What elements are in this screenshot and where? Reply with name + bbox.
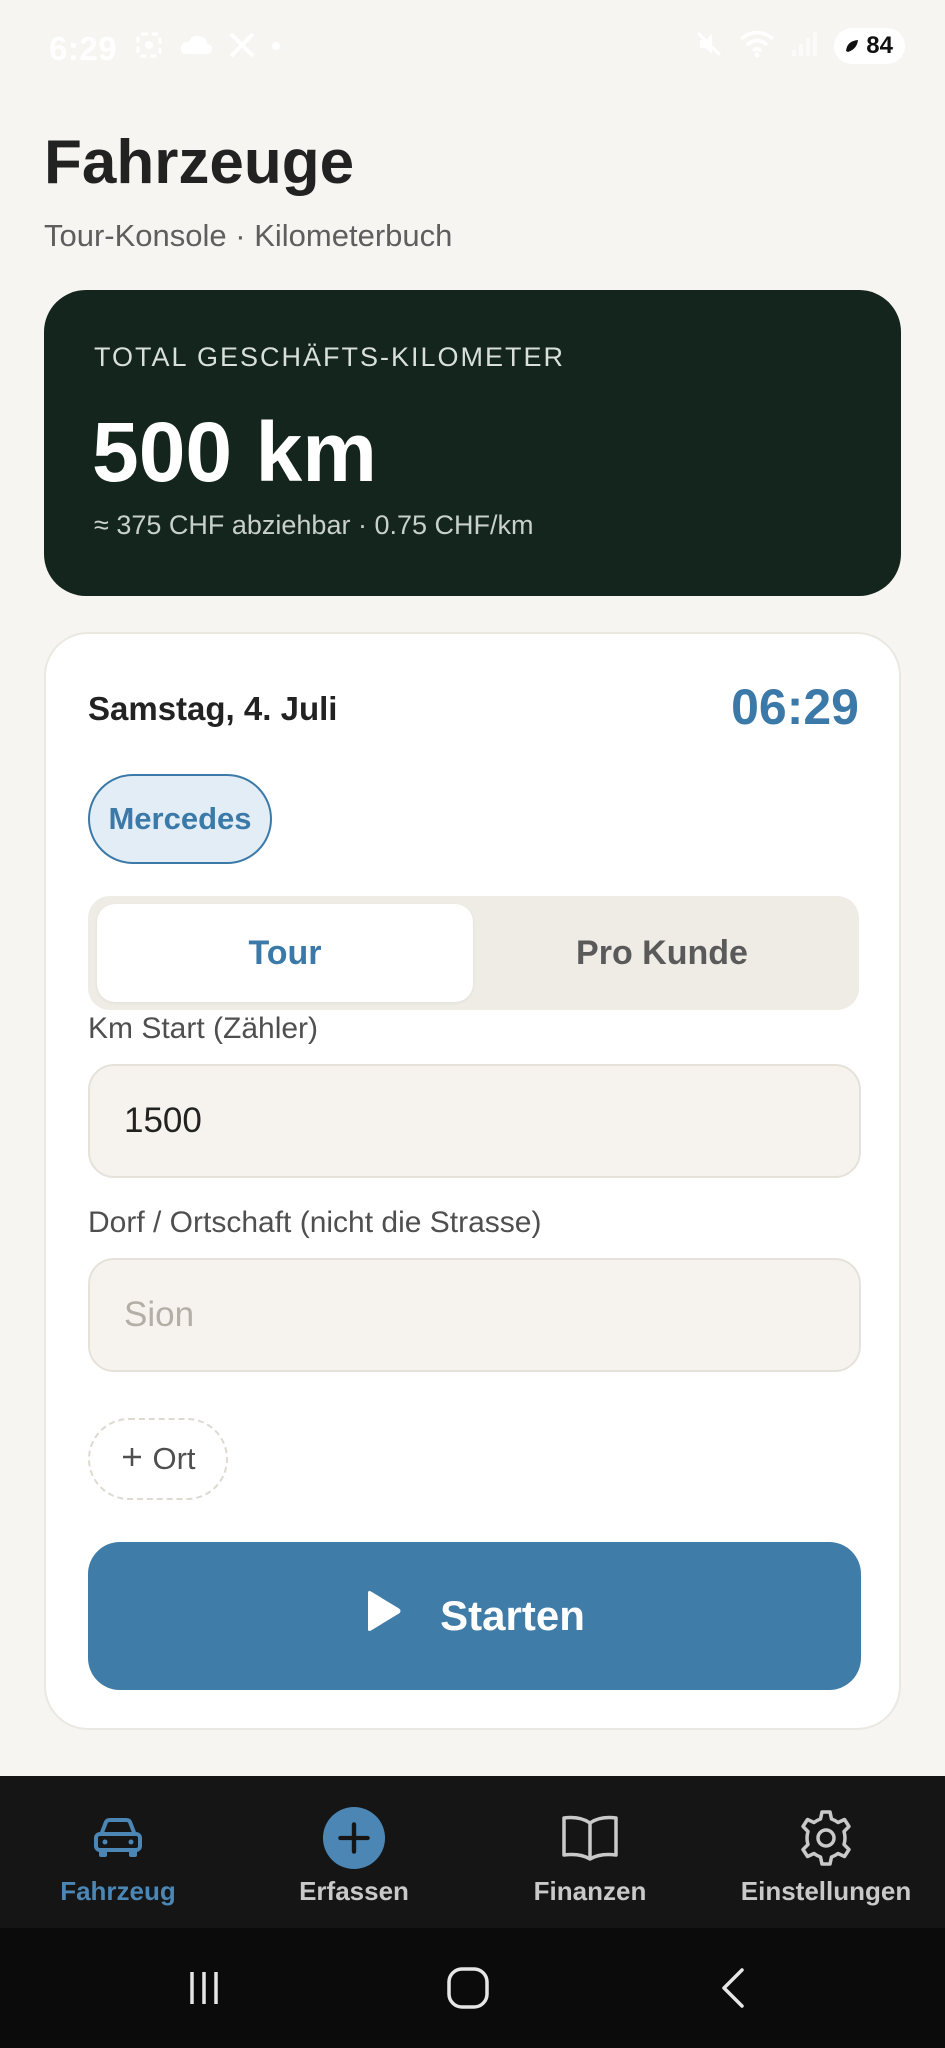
recent-apps-icon [190, 1972, 218, 2004]
deduction-note: ≈ 375 CHF abziehbar · 0.75 CHF/km [94, 510, 534, 540]
clock-label: 06:29 [731, 679, 859, 735]
dot-icon [270, 39, 282, 57]
status-bar: 6:29 84 [0, 0, 945, 100]
mode-segmented-control: Tour Pro Kunde [88, 896, 859, 1010]
nav-item-fahrzeug[interactable]: Fahrzeug [0, 1776, 236, 1928]
start-button-label: Starten [440, 1592, 585, 1639]
battery-icon: 84 [834, 28, 905, 64]
x-logo-icon [228, 31, 256, 64]
total-km-value: 500 km [92, 405, 377, 499]
mute-icon [694, 29, 724, 64]
plus-icon [120, 1441, 144, 1477]
trip-form-card: Samstag, 4. Juli 06:29 Mercedes Tour Pro… [44, 632, 901, 1730]
vehicle-chip-mercedes[interactable]: Mercedes [88, 774, 272, 864]
place-label: Dorf / Ortschaft (nicht die Strasse) [88, 1206, 542, 1239]
home-icon [447, 1967, 489, 2009]
gear-icon [794, 1806, 858, 1870]
nav-label-erfassen: Erfassen [299, 1876, 409, 1906]
home-button[interactable] [428, 1958, 508, 2018]
back-button[interactable] [694, 1958, 774, 2018]
start-button[interactable]: Starten [88, 1542, 861, 1690]
km-start-input[interactable] [88, 1064, 861, 1178]
status-time: 6:29 [49, 30, 118, 67]
plus-circle-icon [322, 1806, 386, 1870]
date-label: Samstag, 4. Juli [88, 690, 338, 727]
nav-label-einstellungen: Einstellungen [740, 1876, 912, 1906]
system-nav-bar [0, 1928, 945, 2048]
nav-item-erfassen[interactable]: Erfassen [236, 1776, 472, 1928]
total-km-label: TOTAL GESCHÄFTS-KILOMETER [94, 342, 566, 372]
nav-item-einstellungen[interactable]: Einstellungen [708, 1776, 944, 1928]
car-icon [86, 1806, 150, 1870]
add-place-button[interactable]: Ort [88, 1418, 228, 1500]
screenshot-icon [134, 30, 164, 65]
km-start-label: Km Start (Zähler) [88, 1012, 319, 1045]
place-input[interactable] [88, 1258, 861, 1372]
book-icon [558, 1806, 622, 1870]
page-title: Fahrzeuge [44, 128, 355, 197]
back-icon [722, 1968, 744, 2008]
status-right-icons: 84 [694, 28, 905, 64]
status-left-icons [134, 30, 282, 65]
nav-label-fahrzeug: Fahrzeug [60, 1876, 176, 1906]
wifi-icon [738, 29, 776, 64]
nav-item-finanzen[interactable]: Finanzen [472, 1776, 708, 1928]
play-icon [364, 1590, 402, 1642]
page-subtitle: Tour-Konsole · Kilometerbuch [44, 218, 453, 253]
signal-icon [790, 30, 820, 63]
battery-level: 84 [866, 32, 893, 59]
total-km-card: TOTAL GESCHÄFTS-KILOMETER 500 km ≈ 375 C… [44, 290, 901, 596]
cloud-icon [178, 32, 214, 63]
tab-pro-kunde[interactable]: Pro Kunde [473, 904, 851, 1002]
add-place-label: Ort [152, 1441, 196, 1476]
recent-apps-button[interactable] [164, 1958, 244, 2018]
tab-tour[interactable]: Tour [97, 904, 473, 1002]
nav-label-finanzen: Finanzen [533, 1876, 647, 1906]
bottom-nav: Fahrzeug Erfassen Finanzen Einstellungen [0, 1776, 945, 1928]
